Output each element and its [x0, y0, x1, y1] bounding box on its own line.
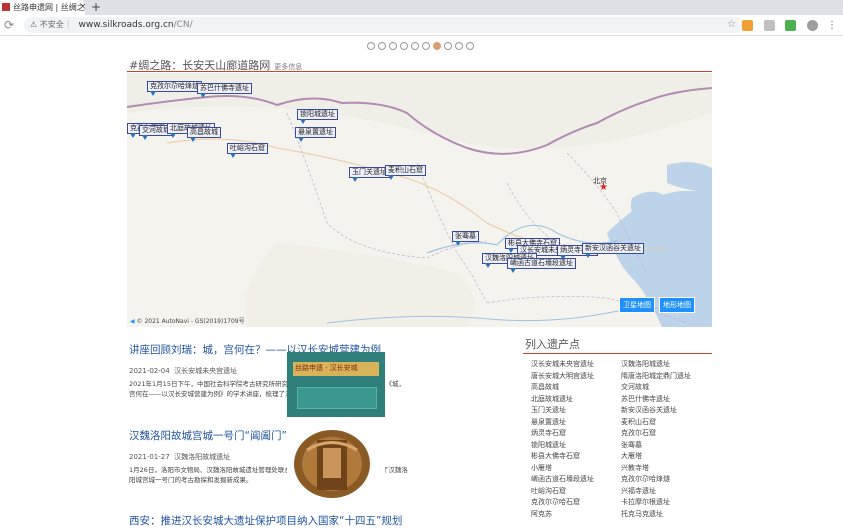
carousel-dot[interactable]: [444, 42, 452, 50]
security-label: 不安全: [39, 20, 64, 29]
browser-toolbar: ⟳ ⚠ 不安全 | www.silkroads.org.cn/CN/ ☆ ⋮: [0, 15, 843, 36]
menu-icon[interactable]: ⋮: [827, 20, 837, 31]
heritage-site-marker[interactable]: 悬泉置遗址: [295, 127, 336, 142]
sidebar-title: 列入遗产点: [525, 338, 580, 351]
heritage-site-marker[interactable]: 吐峪沟石窟: [227, 143, 268, 158]
section-divider: [127, 71, 712, 72]
heritage-site-marker[interactable]: 麦积山石窟: [385, 165, 426, 180]
heritage-site-link[interactable]: 兴教寺塔: [621, 463, 649, 473]
heritage-site-link[interactable]: 炳灵寺石窟: [531, 428, 566, 438]
tab-strip: 丝路申遗网 | 丝绸之路：长安-天山廊道 × +: [0, 0, 843, 15]
heritage-site-marker[interactable]: 苏巴什佛寺遗址: [197, 83, 252, 98]
heritage-site-marker[interactable]: 玉门关遗址: [349, 167, 390, 182]
carousel-dot[interactable]: [411, 42, 419, 50]
carousel-dot[interactable]: [433, 42, 441, 50]
tab-close-icon[interactable]: ×: [79, 0, 87, 15]
sidebar-divider: [523, 353, 712, 354]
heritage-site-link[interactable]: 兴福寺遗址: [621, 486, 656, 496]
satellite-map-button[interactable]: 卫星地图: [619, 297, 655, 313]
carousel-dot[interactable]: [378, 42, 386, 50]
heritage-site-link[interactable]: 卡拉摩尔根遗址: [621, 497, 670, 507]
heritage-site-link[interactable]: 交河故城: [621, 382, 649, 392]
map-base-layer: [127, 73, 712, 327]
new-tab-button[interactable]: +: [91, 0, 101, 15]
toolbar-extensions: ⋮: [735, 18, 837, 32]
terrain-map-button[interactable]: 地形地图: [659, 297, 695, 313]
profile-avatar-icon[interactable]: [806, 19, 818, 31]
heritage-site-link[interactable]: 克孜尔尕哈烽燧: [621, 474, 670, 484]
news-thumbnail[interactable]: [287, 420, 385, 502]
heritage-site-marker[interactable]: 新安汉函谷关遗址: [582, 243, 644, 258]
tab-title: 丝路申遗网 | 丝绸之路：长安-天山廊道: [13, 3, 85, 12]
heritage-site-link[interactable]: 张骞墓: [621, 440, 642, 450]
heritage-site-link[interactable]: 悬泉置遗址: [531, 417, 566, 427]
heritage-site-marker[interactable]: 克孜尔尕哈烽燧: [147, 81, 202, 96]
carousel-dot[interactable]: [466, 42, 474, 50]
heritage-site-link[interactable]: 唐长安城大明宫遗址: [531, 371, 594, 381]
map-logo-icon: ◀: [130, 318, 135, 325]
heritage-site-marker[interactable]: 高昌故城: [187, 127, 221, 142]
news-thumbnail[interactable]: 丝路申遗 · 汉长安城: [287, 352, 385, 417]
carousel-indicators: [367, 40, 477, 50]
heritage-site-link[interactable]: 克孜尔石窟: [621, 428, 656, 438]
extension-icon[interactable]: [763, 19, 775, 31]
thumbnail-caption: 丝路申遗 · 汉长安城: [295, 364, 358, 372]
heritage-site-marker[interactable]: 张骞墓: [452, 231, 479, 246]
heritage-site-link[interactable]: 汉长安城未央宫遗址: [531, 359, 594, 369]
heritage-site-link[interactable]: 高昌故城: [531, 382, 559, 392]
heritage-site-link[interactable]: 苏巴什佛寺遗址: [621, 394, 670, 404]
reload-icon[interactable]: ⟳: [4, 17, 14, 33]
heritage-site-link[interactable]: 锁阳城遗址: [531, 440, 566, 450]
carousel-dot[interactable]: [367, 42, 375, 50]
carousel-dot[interactable]: [389, 42, 397, 50]
heritage-site-link[interactable]: 新安汉函谷关遗址: [621, 405, 677, 415]
heritage-site-link[interactable]: 麦积山石窟: [621, 417, 656, 427]
heritage-site-link[interactable]: 吐峪沟石窟: [531, 486, 566, 496]
heritage-site-link[interactable]: 克孜尔尕哈石窟: [531, 497, 580, 507]
map-attribution: ◀ © 2021 AutoNavi - GS(2019)1709号: [130, 318, 245, 325]
extension-icon[interactable]: [785, 19, 796, 31]
heritage-site-link[interactable]: 玉门关遗址: [531, 405, 566, 415]
security-indicator[interactable]: ⚠ 不安全: [30, 17, 64, 33]
heritage-site-link[interactable]: 阿克苏: [531, 509, 552, 519]
capital-star-icon: ★: [599, 182, 608, 193]
address-bar[interactable]: ⚠ 不安全 | www.silkroads.org.cn/CN/ ☆: [24, 17, 744, 33]
extension-icon[interactable]: [742, 19, 753, 31]
heritage-site-link[interactable]: 大雁塔: [621, 451, 642, 461]
heritage-site-link[interactable]: 汉魏洛阳城遗址: [621, 359, 670, 369]
heritage-site-link[interactable]: 崤函古道石壕段遗址: [531, 474, 594, 484]
carousel-dot[interactable]: [455, 42, 463, 50]
heritage-site-link[interactable]: 小雁塔: [531, 463, 552, 473]
carousel-dot[interactable]: [400, 42, 408, 50]
silk-road-map[interactable]: 克孜尔尕哈烽燧苏巴什佛寺遗址克孜尔石窟交河故城北庭故城遗址高昌故城吐峪沟石窟锁阳…: [127, 73, 712, 327]
artifact-image: [287, 420, 385, 502]
site-favicon-icon: [2, 3, 10, 11]
url-text: www.silkroads.org.cn/CN/: [78, 20, 193, 30]
heritage-site-link[interactable]: 彬县大佛寺石窟: [531, 451, 580, 461]
carousel-dot[interactable]: [422, 42, 430, 50]
heritage-site-link[interactable]: 北庭故城遗址: [531, 394, 573, 404]
more-link[interactable]: 更多信息: [274, 63, 302, 71]
heritage-site-link[interactable]: 隋唐洛阳城定鼎门遗址: [621, 371, 691, 381]
heritage-site-marker[interactable]: 锁阳城遗址: [297, 109, 338, 124]
heritage-site-link[interactable]: 托克马克遗址: [621, 509, 663, 519]
browser-tab[interactable]: 丝路申遗网 | 丝绸之路：长安-天山廊道: [0, 0, 85, 15]
